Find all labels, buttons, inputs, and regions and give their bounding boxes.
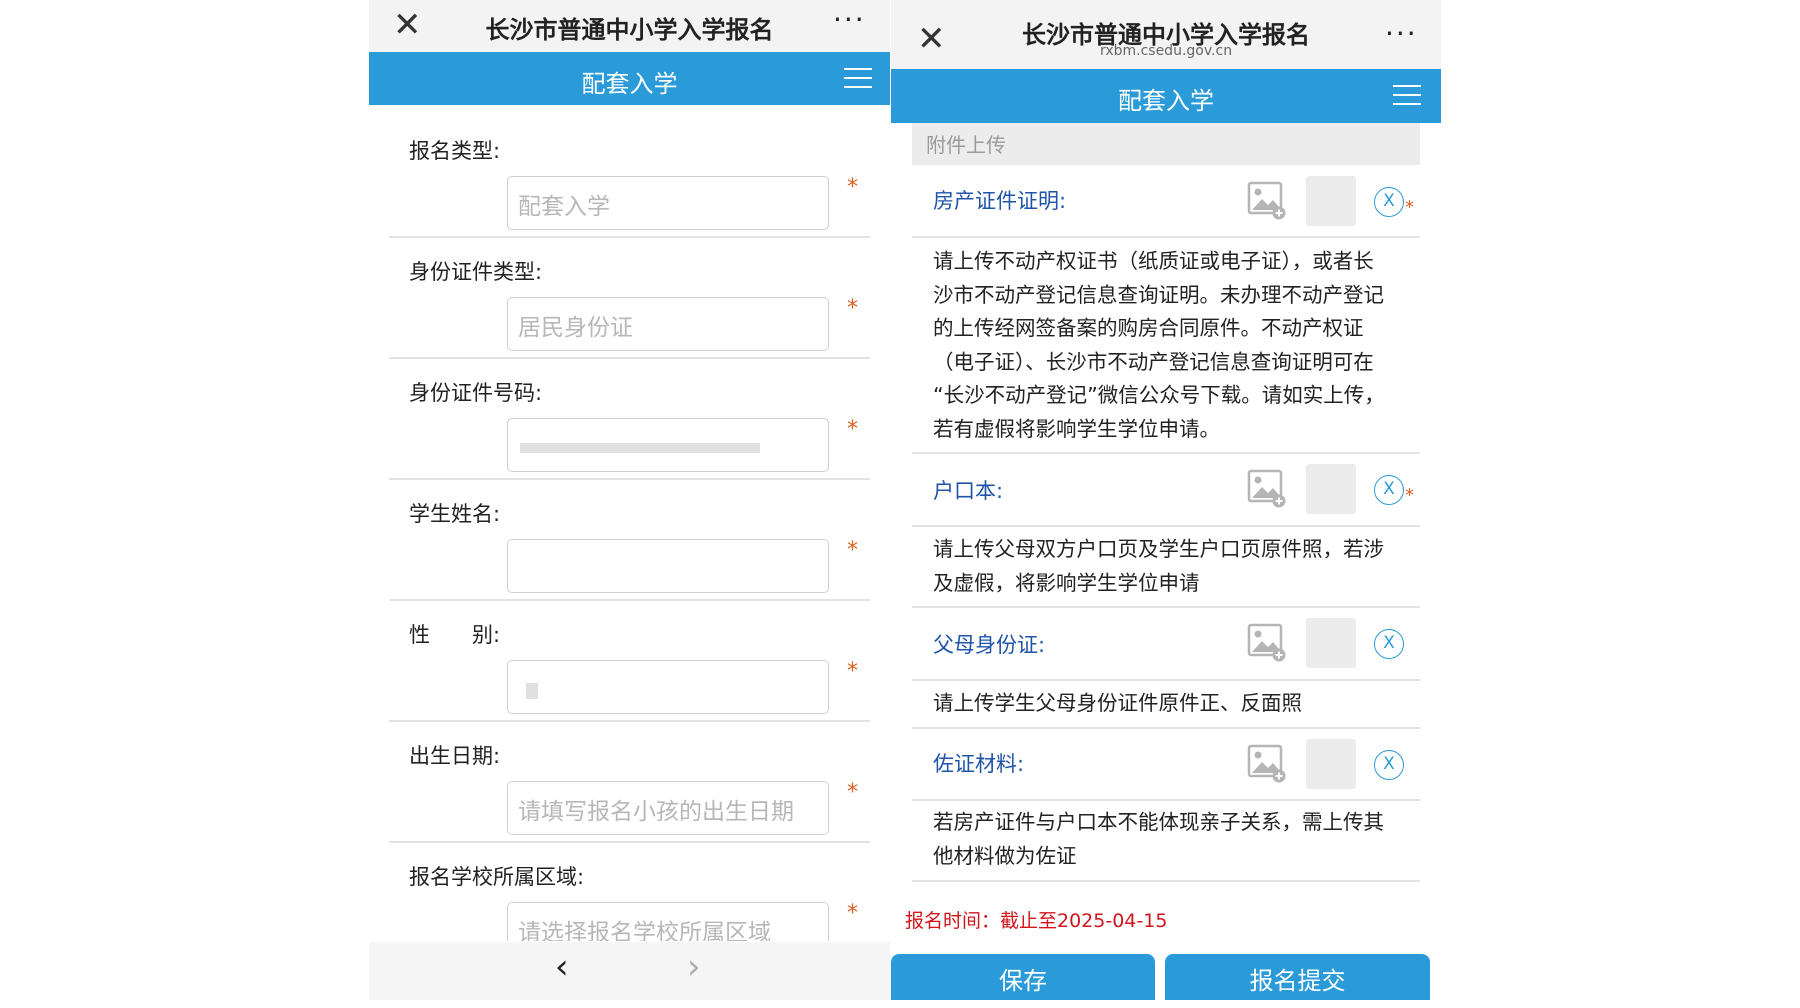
desc-line: 的上传经网签备案的购房合同原件。不动产权证 [933,316,1364,340]
redacted-value [526,683,538,699]
back-arrow-icon[interactable]: ‹ [555,950,569,984]
divider [912,236,1420,238]
image-thumbnail [1306,176,1356,226]
menu-icon[interactable] [844,68,872,90]
field-label: 身份证件号码: [409,381,543,405]
required-mark: * [847,538,858,563]
enroll-type-input[interactable]: 配套入学 [507,176,829,230]
field-label: 性 别: [409,623,501,647]
desc-line: 请上传学生父母身份证件原件正、反面照 [933,691,1302,715]
remove-button[interactable]: X [1374,750,1404,780]
image-thumbnail [1306,464,1356,514]
divider [912,799,1420,801]
form-row-type: 报名类型: 配套入学 * [369,105,890,238]
upload-parent-id-row: 父母身份证: X [912,607,1420,681]
form-row-id-number: 身份证件号码: * [369,347,890,480]
school-area-select[interactable]: 请选择报名学校所属区域 [507,902,829,941]
forward-arrow-icon[interactable]: › [687,950,701,984]
divider [912,525,1420,527]
form-row-gender: 性 别: * [369,589,890,722]
upload-label: 户口本: [933,479,1004,503]
student-name-input[interactable] [507,539,829,593]
form-row-student-name: 学生姓名: * [369,468,890,601]
desc-line: 他材料做为佐证 [933,843,1077,868]
upload-supporting-row: 佐证材料: X [912,728,1420,801]
more-icon[interactable]: ··· [1385,20,1418,48]
required-mark: * [847,659,858,684]
gender-input[interactable] [507,660,829,714]
id-number-input[interactable] [507,418,829,472]
deadline-text: 报名时间：截止至2025-04-15 [905,910,1168,932]
image-upload-icon[interactable] [1246,467,1288,509]
image-upload-icon[interactable] [1246,621,1288,663]
upload-property-desc: 请上传不动产权证书（纸质证或电子证），或者长 沙市不动产登记信息查询证明。未办理… [933,245,1413,446]
required-mark: * [1405,485,1414,506]
header-title: 配套入学 [1118,87,1214,115]
right-header-bar: 配套入学 [891,69,1441,123]
field-label: 出生日期: [409,744,501,768]
submit-button[interactable]: 报名提交 [1165,954,1430,1000]
desc-line: “长沙不动产登记”微信公众号下载。请如实上传， [933,383,1385,407]
image-upload-icon[interactable] [1246,179,1288,221]
upload-hukou-row: 户口本: X * [912,453,1420,527]
save-button[interactable]: 保存 [891,954,1155,1000]
required-mark: * [847,780,858,805]
image-upload-icon[interactable] [1246,742,1288,784]
desc-line: （电子证）、长沙市不动产登记信息查询证明可在 [933,349,1374,374]
left-screen: ✕ 长沙市普通中小学入学报名 ··· 配套入学 报名类型: 配套入学 * 身份证… [369,0,890,1000]
remove-button[interactable]: X [1374,475,1404,505]
field-label: 报名学校所属区域: [409,865,585,889]
field-label: 报名类型: [409,139,501,163]
upload-label: 父母身份证: [933,633,1046,657]
desc-line: 若有虚假将影响学生学位申请。 [933,416,1220,441]
menu-icon[interactable] [1393,85,1421,107]
field-label: 身份证件类型: [409,260,543,284]
id-type-input[interactable]: 居民身份证 [507,297,829,351]
field-label: 学生姓名: [409,502,501,526]
page-title: 长沙市普通中小学入学报名 [485,16,774,44]
image-thumbnail [1306,618,1356,668]
right-nav-bar: ✕ 长沙市普通中小学入学报名 rxbm.csedu.gov.cn ··· [891,0,1441,69]
bottom-nav-bar: ‹ › [369,942,890,1000]
section-header: 附件上传 [912,123,1420,165]
desc-line: 沙市不动产登记信息查询证明。未办理不动产登记 [933,282,1384,307]
desc-line: 请上传父母双方户口页及学生户口页原件照，若涉 [933,537,1384,561]
header-title: 配套入学 [581,70,678,98]
upload-label: 佐证材料: [933,752,1025,776]
upload-property-row: 房产证件证明: X * [912,165,1420,238]
form-row-id-type: 身份证件类型: 居民身份证 * [369,226,890,359]
remove-button[interactable]: X [1374,187,1404,217]
divider [912,880,1420,882]
form-row-birthdate: 出生日期: 请填写报名小孩的出生日期 * [369,710,890,843]
required-mark: * [847,417,858,442]
upload-hukou-desc: 请上传父母双方户口页及学生户口页原件照，若涉 及虚假，将影响学生学位申请 [933,533,1413,600]
birthdate-input[interactable]: 请填写报名小孩的出生日期 [507,781,829,835]
upload-supporting-desc: 若房产证件与户口本不能体现亲子关系，需上传其 他材料做为佐证 [933,806,1413,873]
page-url: rxbm.csedu.gov.cn [1099,43,1233,59]
required-mark: * [1405,197,1414,218]
desc-line: 及虚假，将影响学生学位申请 [933,570,1200,595]
required-mark: * [847,901,858,926]
right-screen: ✕ 长沙市普通中小学入学报名 rxbm.csedu.gov.cn ··· 配套入… [891,0,1441,1000]
more-icon[interactable]: ··· [833,6,866,34]
left-header-bar: 配套入学 [369,52,890,105]
desc-line: 若房产证件与户口本不能体现亲子关系，需上传其 [933,810,1384,834]
required-mark: * [847,175,858,200]
upload-parent-id-desc: 请上传学生父母身份证件原件正、反面照 [933,687,1413,721]
form-row-school-area: 报名学校所属区域: 请选择报名学校所属区域 * [369,831,890,941]
required-mark: * [847,296,858,321]
remove-button[interactable]: X [1374,629,1404,659]
desc-line: 请上传不动产权证书（纸质证或电子证），或者长 [933,249,1374,273]
redacted-value [520,443,760,453]
divider [912,679,1420,681]
upload-label: 房产证件证明: [933,189,1067,213]
left-nav-bar: ✕ 长沙市普通中小学入学报名 ··· [369,0,890,52]
image-thumbnail [1306,739,1356,789]
